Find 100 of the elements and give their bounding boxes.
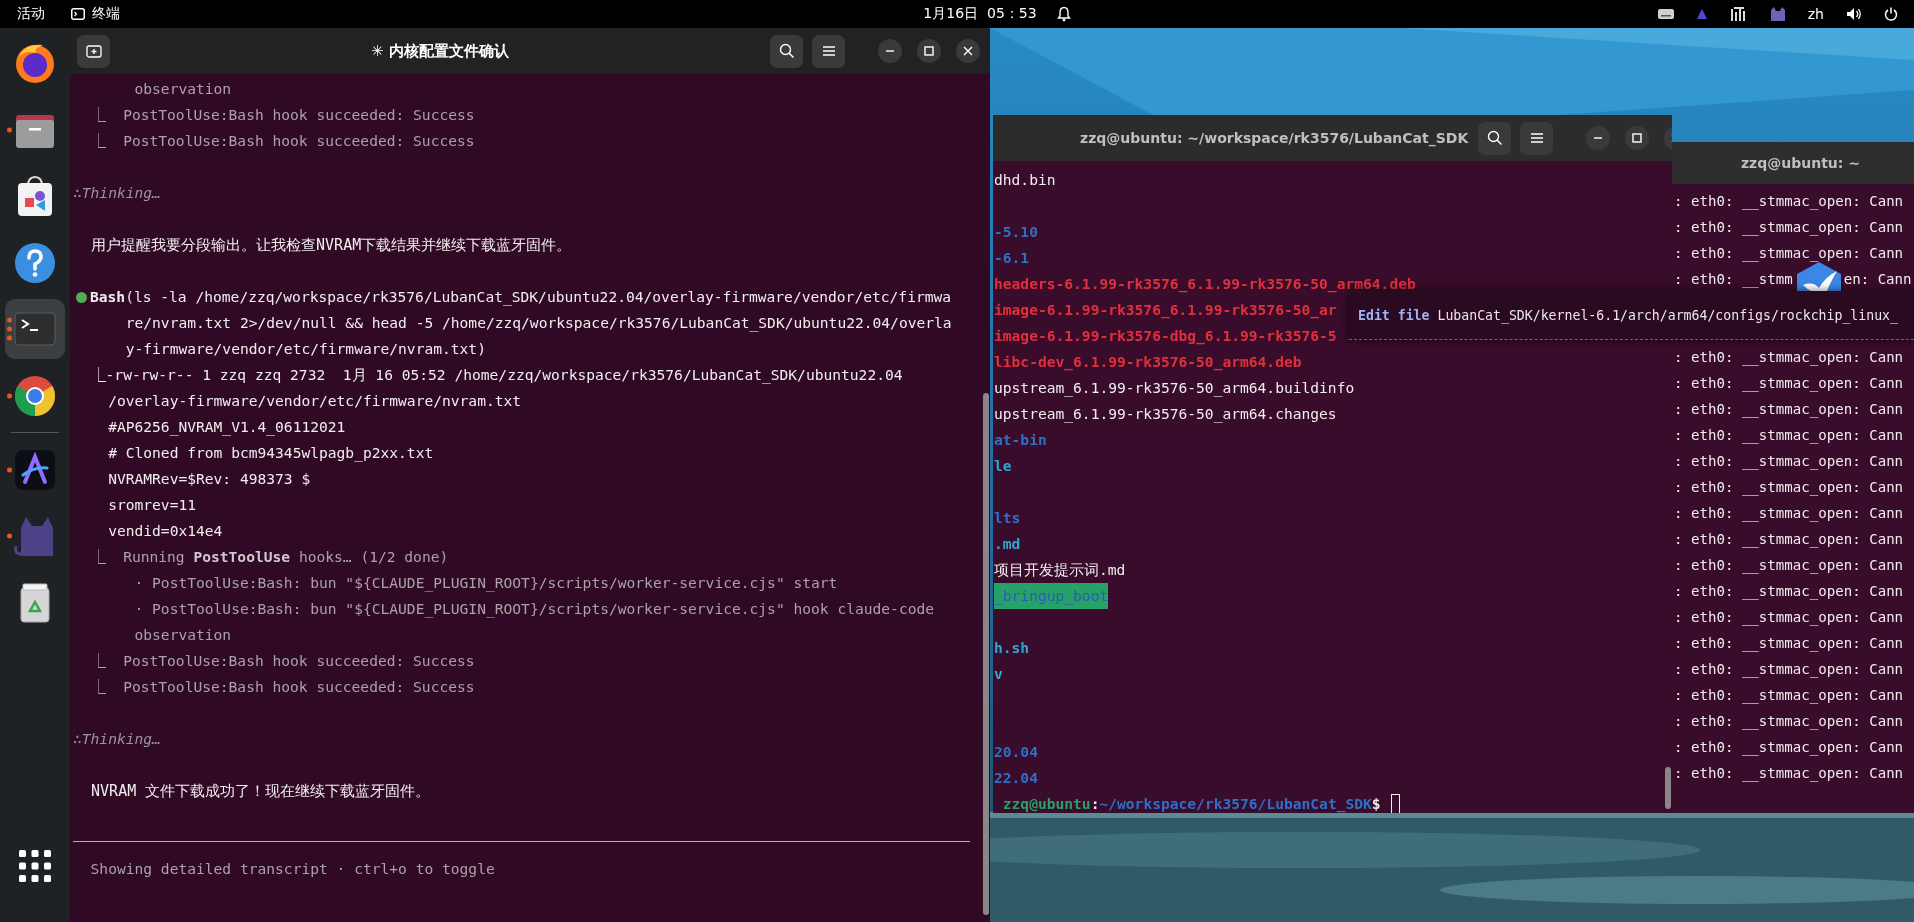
terminal-line: sromrev=11 [108,495,196,515]
terminal-line: · PostToolUse:Bash: bun "${CLAUDE_PLUGIN_ROOT}/scripts/worker-service.cjs" start [134,573,838,594]
terminal-line: ⎿ PostToolUse:Bash hook succeeded: Success [90,131,475,151]
activities-button[interactable]: 活动 [17,5,45,23]
menu-button[interactable] [812,34,845,68]
log-line: : eth0: __stmmac_open: Cann [1674,582,1904,602]
bird-icon [1795,261,1843,291]
log-line: : eth0: __stmmac_open: Cann [1674,660,1904,680]
app-logo-icon [13,447,57,492]
log-line: : eth0: __stmm [1674,270,1793,290]
log-line: : eth0: __stmmac_open: Cann [1674,348,1904,368]
keyboard-icon [1657,8,1674,20]
menu-button[interactable] [1520,121,1554,155]
log-line: : eth0: __stmmac_open: Cann [1674,400,1904,420]
log-line: : eth0: __stmmac_open: Cann [1674,712,1904,732]
assistant-message: NVRAM 文件下载成功了！现在继续下载蓝牙固件。 [91,781,431,802]
terminal-line: /overlay-firmware/vendor/etc/firmware/nvram.txt [108,391,522,411]
shell-prompt: zzq@ubuntu:~/workspace/rk3576/LubanCat_SDK$ [1002,794,1381,813]
file-name: -5.10 [994,222,1038,242]
minimize-button[interactable] [878,39,902,63]
log-line: : eth0: __stmmac_open: Cann [1674,738,1904,758]
file-name: 22.04 [994,768,1038,788]
file-path: LubanCat_SDK/kernel-6.1/arch/arm64/configs/rockchip_linux_ [1437,307,1898,323]
window-title: zzq@ubuntu: ~/workspace/rk3576/LubanCat_SDK [1080,130,1469,146]
window-title: zzq@ubuntu: ~ [1739,155,1862,171]
file-name: le [994,456,1012,476]
terminal-line: # Cloned from bcm94345wlpagb_p2xx.txt [108,443,434,464]
log-line: : eth0: __stmmac_open: Cann [1674,218,1904,238]
terminal-line: NVRAMRev=$Rev: 498373 $ [108,469,311,489]
log-line: : eth0: __stmmac_open: Cann [1674,530,1904,550]
terminal-line: vendid=0x14e4 [108,521,223,541]
log-line: : eth0: __stmmac_open: Cann [1674,478,1904,498]
minimize-button[interactable] [1586,126,1611,150]
new-tab-button[interactable] [77,34,110,68]
terminal-line: ⎿ PostToolUse:Bash hook succeeded: Success [90,651,475,671]
terminal-line: observation [134,625,232,645]
file-name: .md [994,534,1021,554]
file-name: h.sh [994,638,1030,658]
menu-icon [821,44,836,58]
log-line: : eth0: __stmmac_open: Cann [1674,244,1904,264]
file-name: at-bin [994,430,1047,450]
file-name: lts [994,508,1021,528]
search-button[interactable] [1478,121,1512,155]
tray-app-icon [1695,8,1708,20]
status-hint: Showing detailed transcript · ctrl+o to toggle [90,859,495,879]
window-title: ✳ 内核配置文件确认 [370,41,510,61]
new-tab-icon [85,43,102,59]
scrollbar-thumb[interactable] [1665,767,1671,809]
close-icon [963,46,973,56]
file-name: libc-dev_6.1.99-rk3576-50_arm64.deb [994,352,1302,373]
log-line: : eth0: __stmmac_open: Cann [1674,686,1904,706]
file-name: 项目开发提示词.md [994,560,1126,580]
menu-icon [1529,131,1544,145]
input-method-button[interactable]: zh [1807,6,1824,22]
log-line: : eth0: __stmmac_open: Cann [1674,504,1904,524]
terminal-line: re/nvram.txt 2>/dev/null && head -5 /home/zzq/workspace/rk3576/LubanCat_SDK/ubuntu22.04/overla [125,313,952,334]
file-name: dhd.bin [994,170,1056,190]
terminal-line: ⎿ PostToolUse:Bash hook succeeded: Success [90,105,475,125]
file-name: upstream_6.1.99-rk3576-50_arm64.changes [994,404,1337,425]
terminal-line: observation [134,79,232,99]
bell-icon [1056,6,1071,22]
file-name: upstream_6.1.99-rk3576-50_arm64.buildinfo [994,378,1355,399]
log-line: en: Cann [1843,270,1912,289]
file-name: _bringup_boot [994,583,1109,609]
search-icon [1486,130,1503,146]
file-name: -6.1 [994,248,1030,268]
tooltip-action: Edit file [1358,307,1430,323]
maximize-icon [924,46,934,56]
maximize-button[interactable] [1625,126,1650,150]
terminal-line: Bash(ls -la /home/zzq/workspace/rk3576/LubanCat_SDK/ubuntu22.04/overlay-firmware/vendor/etc/firmwa [90,287,952,308]
maximize-button[interactable] [917,39,941,63]
terminal-line: · PostToolUse:Bash: bun "${CLAUDE_PLUGIN_ROOT}/scripts/worker-service.cjs" hook claude-code [134,599,935,620]
volume-icon [1846,7,1862,21]
search-button[interactable] [770,34,803,68]
log-line: : eth0: __stmmac_open: Cann [1674,556,1904,576]
file-name: image-6.1.99-rk3576_6.1.99-rk3576-50_ar [994,300,1337,321]
app-menu[interactable]: 终端 [71,5,120,23]
log-line: : eth0: __stmmac_open: Cann [1674,452,1904,472]
help-icon [13,240,57,285]
clock-button[interactable]: 1月16日 05：53 [923,5,1037,23]
search-icon [778,43,795,59]
log-line: : eth0: __stmmac_open: Cann [1674,764,1904,784]
terminal-icon [71,8,85,20]
cat-icon [1769,6,1786,22]
log-line: : eth0: __stmmac_open: Cann [1674,634,1904,654]
log-line: : eth0: __stmmac_open: Cann [1674,374,1904,394]
terminal-line: ⎿ PostToolUse:Bash hook succeeded: Success [90,677,475,697]
file-name: headers-6.1.99-rk3576_6.1.99-rk3576-50_arm64.deb [994,274,1416,295]
close-button[interactable] [956,39,980,63]
terminal-line: y-firmware/vendor/etc/firmware/nvram.txt) [125,339,486,359]
scrollbar-thumb[interactable] [983,393,989,915]
ring-logo-icon [13,373,57,418]
file-name: 20.04 [994,742,1038,762]
terminal-line: ⎿-rw-rw-r-- 1 zzq zzq 2732 1月 16 05:52 /home/zzq/workspace/rk3576/LubanCat_SDK/ubuntu22.04 [90,365,903,386]
terminal-line: #AP6256_NVRAM_V1.4_06112021 [108,417,346,438]
maximize-icon [1632,133,1643,143]
log-line: : eth0: __stmmac_open: Cann [1674,192,1904,212]
tray-bars-icon [1729,6,1748,22]
thinking-label: ∴Thinking… [73,729,161,749]
assistant-message: 用户提醒我要分段输出。让我检查NVRAM下载结果并继续下载蓝牙固件。 [91,235,572,256]
